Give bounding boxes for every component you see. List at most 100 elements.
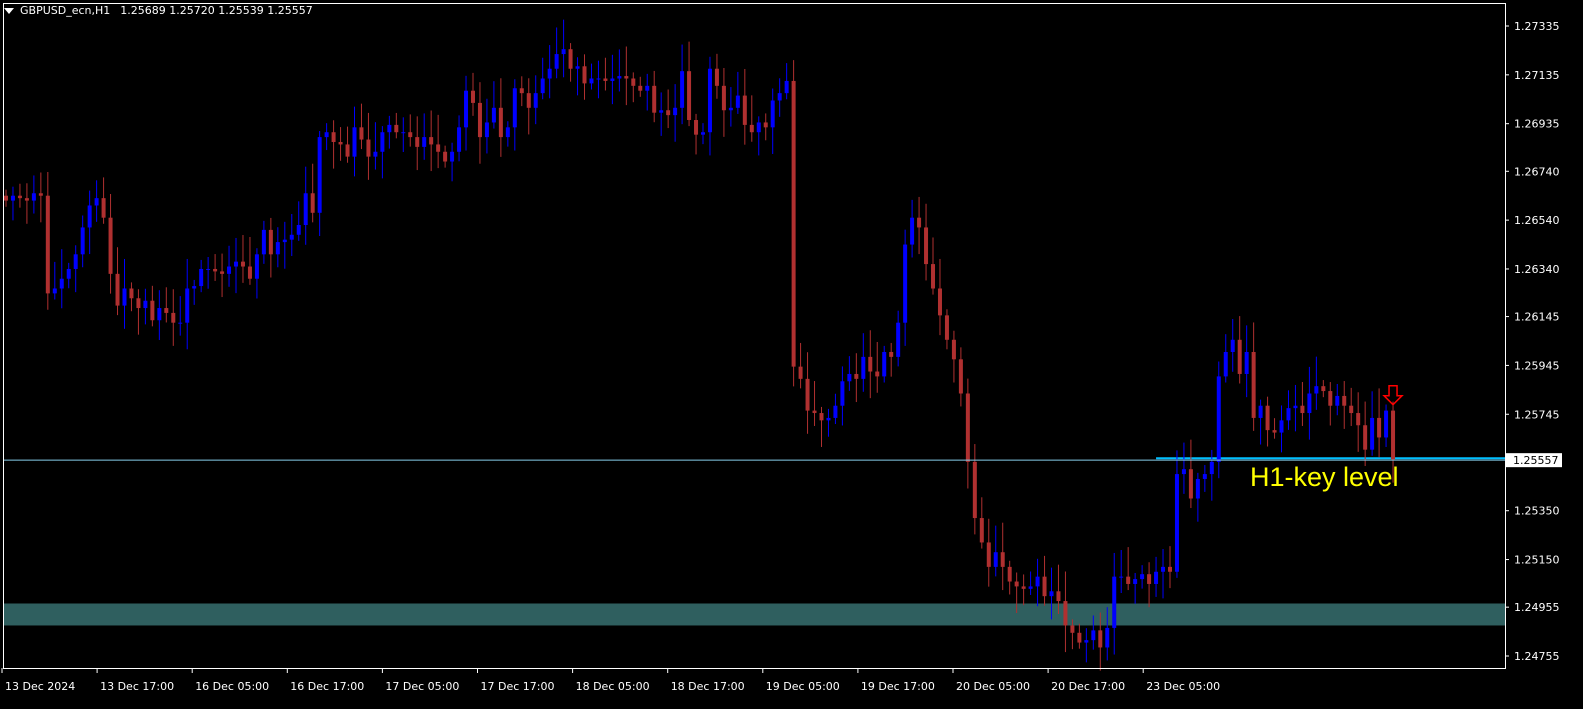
candle-body xyxy=(526,93,531,108)
candle xyxy=(331,120,336,169)
candle xyxy=(666,89,671,129)
candle-body xyxy=(819,413,824,421)
candle-body xyxy=(331,132,336,142)
candle-body xyxy=(498,107,503,138)
candle-body xyxy=(777,93,782,101)
candle xyxy=(931,237,936,295)
candle xyxy=(254,248,259,299)
candle-body xyxy=(1035,576,1040,587)
candle xyxy=(1077,623,1082,649)
candle xyxy=(554,27,559,79)
candle xyxy=(505,121,510,147)
candle xyxy=(470,72,475,116)
candle xyxy=(882,345,887,383)
candle-body xyxy=(645,85,650,91)
candle xyxy=(512,79,517,151)
x-tick-label: 19 Dec 05:00 xyxy=(766,680,840,693)
candle-body xyxy=(1251,351,1256,418)
candle-body xyxy=(519,88,524,94)
candle-body xyxy=(31,193,36,201)
candle-body xyxy=(805,378,810,411)
candle-body xyxy=(220,271,225,274)
candle-body xyxy=(1237,339,1242,374)
candle xyxy=(958,347,963,407)
candle-body xyxy=(638,85,643,91)
candle-body xyxy=(596,78,601,80)
candle xyxy=(143,288,148,325)
chart-canvas[interactable]: 1.27335 1.27135 1.26935 1.26740 1.26540 1.263… xyxy=(0,0,1583,705)
candle xyxy=(854,353,859,403)
candle-body xyxy=(338,141,343,145)
y-tick-label: 1.25745 xyxy=(1514,408,1560,421)
x-tick-label: 13 Dec 2024 xyxy=(5,680,75,693)
candle xyxy=(861,333,866,392)
candle xyxy=(213,254,218,281)
candle-body xyxy=(115,273,120,306)
candle-body xyxy=(659,110,664,113)
candle-body xyxy=(73,254,78,269)
candle xyxy=(763,113,768,141)
candle xyxy=(1154,556,1159,597)
candle-body xyxy=(854,373,859,379)
candle xyxy=(1356,392,1361,452)
candle-body xyxy=(666,110,671,116)
candle xyxy=(310,163,315,223)
candle-body xyxy=(206,268,211,270)
candle-body xyxy=(303,193,308,226)
candle-body xyxy=(965,393,970,462)
y-tick-label: 1.25945 xyxy=(1514,359,1560,372)
y-tick-label: 1.27135 xyxy=(1514,69,1560,82)
candle xyxy=(533,75,538,125)
candle xyxy=(1007,560,1012,595)
candle-body xyxy=(1181,469,1186,475)
candle xyxy=(359,103,364,150)
candle xyxy=(1140,565,1145,589)
candle xyxy=(296,201,301,241)
candle xyxy=(1188,439,1193,509)
candle xyxy=(164,287,169,323)
candle xyxy=(1147,562,1152,608)
candle xyxy=(303,166,308,245)
candle xyxy=(784,63,789,100)
candle-body xyxy=(1049,591,1054,597)
chart-menu-icon[interactable] xyxy=(4,7,14,14)
candle-body xyxy=(443,151,448,162)
candle-body xyxy=(1335,395,1340,406)
candle xyxy=(645,73,650,111)
candle xyxy=(561,19,566,78)
candle xyxy=(840,366,845,426)
candle-body xyxy=(38,193,43,196)
candle-body xyxy=(422,137,427,147)
candle-body xyxy=(352,127,357,157)
candle xyxy=(1126,547,1131,591)
candle-body xyxy=(261,229,266,255)
candle-body xyxy=(429,137,434,145)
candle-body xyxy=(310,193,315,213)
candle-body xyxy=(450,151,455,162)
candle xyxy=(373,122,378,170)
candle-body xyxy=(1349,405,1354,414)
candle xyxy=(770,88,775,154)
candle-body xyxy=(868,356,873,372)
candle xyxy=(714,53,719,99)
candle-body xyxy=(1056,591,1061,602)
candle xyxy=(568,43,573,82)
candle xyxy=(1377,388,1382,458)
candle-body xyxy=(652,85,657,113)
candle xyxy=(436,114,441,169)
candle-body xyxy=(763,122,768,128)
candle-body xyxy=(345,144,350,157)
price-chart[interactable]: 1.27335 1.27135 1.26935 1.26740 1.26540 1.263… xyxy=(0,0,1583,705)
candle xyxy=(1363,401,1368,467)
candle xyxy=(338,127,343,161)
candle-body xyxy=(1342,395,1347,406)
candle xyxy=(282,221,287,269)
candle-body xyxy=(108,217,113,274)
candle xyxy=(687,41,692,127)
candle-body xyxy=(1098,630,1103,648)
candle-body xyxy=(1119,576,1124,578)
candle xyxy=(450,142,455,182)
candle-body xyxy=(826,417,831,421)
candle-body xyxy=(540,78,545,94)
candle xyxy=(387,115,392,149)
